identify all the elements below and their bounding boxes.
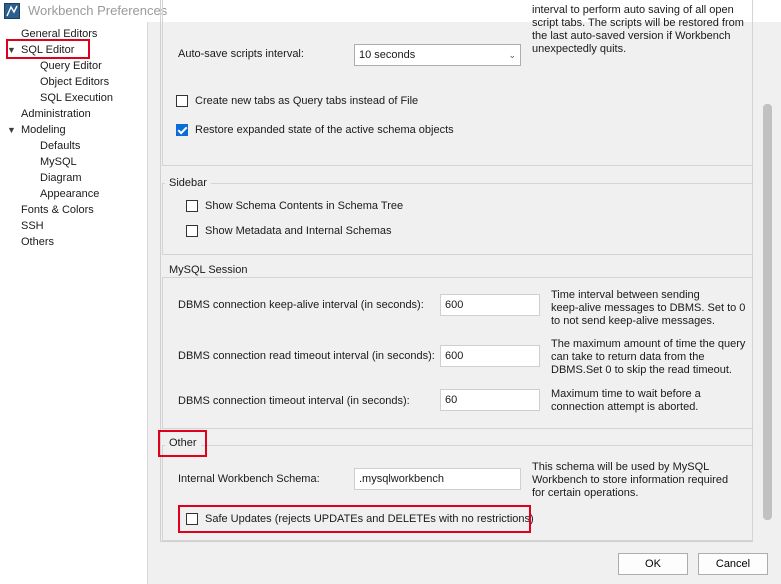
autosave-label: Auto-save scripts interval: [178,48,304,60]
schema-label: Internal Workbench Schema: [178,473,320,485]
conn-timeout-description: Maximum time to wait before a connection… [551,388,701,413]
sidebar-frame-title: Sidebar [165,177,211,189]
scrollbar-thumb[interactable] [763,104,772,520]
tree-item-others[interactable]: Others [21,234,54,250]
conn-timeout-label: DBMS connection timeout interval (in sec… [178,395,410,407]
safe-updates-checkbox-row[interactable]: Safe Updates (rejects UPDATEs and DELETE… [186,511,534,527]
metadata-checkbox-row[interactable]: Show Metadata and Internal Schemas [186,223,392,239]
tree-item-mysql[interactable]: MySQL [40,154,77,170]
restore-state-label: Restore expanded state of the active sch… [195,124,454,136]
safe-updates-label: Safe Updates (rejects UPDATEs and DELETE… [205,513,534,525]
schema-contents-checkbox-row[interactable]: Show Schema Contents in Schema Tree [186,198,403,214]
restore-state-checkbox-row[interactable]: Restore expanded state of the active sch… [176,122,454,138]
tree-item-query-editor[interactable]: Query Editor [40,58,102,74]
sidebar-frame [162,183,753,255]
tree-item-object-editors[interactable]: Object Editors [40,74,109,90]
safe-updates-checkbox[interactable] [186,513,198,525]
keepalive-label: DBMS connection keep-alive interval (in … [178,299,424,311]
metadata-checkbox[interactable] [186,225,198,237]
schema-description: This schema will be used by MySQL Workbe… [532,461,729,499]
query-tabs-checkbox-row[interactable]: Create new tabs as Query tabs instead of… [176,93,418,109]
tree-item-defaults[interactable]: Defaults [40,138,80,154]
tree-item-diagram[interactable]: Diagram [40,170,82,186]
query-tabs-label: Create new tabs as Query tabs instead of… [195,95,419,107]
tree-item-administration[interactable]: Administration [21,106,91,122]
mysql-session-frame-title: MySQL Session [165,264,252,276]
tree-item-ssh[interactable]: SSH [21,218,44,234]
autosave-interval-select[interactable]: 10 seconds ⌄ [354,44,521,66]
category-tree[interactable]: General Editors ▼ SQL Editor Query Edito… [0,22,148,584]
restore-state-checkbox[interactable] [176,124,188,136]
other-frame-title: Other [165,437,201,449]
tree-item-fonts-colors[interactable]: Fonts & Colors [21,202,94,218]
read-timeout-input[interactable]: 600 [440,345,540,367]
keepalive-input[interactable]: 600 [440,294,540,316]
schema-contents-checkbox[interactable] [186,200,198,212]
chevron-down-icon: ⌄ [508,49,516,60]
read-timeout-description: The maximum amount of time the query can… [551,338,746,376]
keepalive-description: Time interval between sending keep-alive… [551,289,746,327]
ok-button[interactable]: OK [618,553,688,575]
expanded-arrow-icon[interactable]: ▼ [7,122,16,138]
window-title: Workbench Preferences [28,3,168,18]
conn-timeout-input[interactable]: 60 [440,389,540,411]
read-timeout-label: DBMS connection read timeout interval (i… [178,350,435,362]
expanded-arrow-icon[interactable]: ▼ [7,42,16,58]
query-tabs-checkbox[interactable] [176,95,188,107]
metadata-label: Show Metadata and Internal Schemas [205,225,392,237]
cancel-button[interactable]: Cancel [698,553,768,575]
schema-input[interactable]: .mysqlworkbench [354,468,521,490]
workbench-app-icon [4,3,20,19]
scrollbar[interactable] [756,0,780,542]
tree-item-appearance[interactable]: Appearance [40,186,99,202]
tree-item-sql-execution[interactable]: SQL Execution [40,90,113,106]
tree-item-sql-editor[interactable]: SQL Editor [21,42,74,58]
autosave-value: 10 seconds [359,49,416,61]
tree-item-modeling[interactable]: Modeling [21,122,66,138]
tree-item-general-editors[interactable]: General Editors [21,26,97,42]
schema-contents-label: Show Schema Contents in Schema Tree [205,200,404,212]
autosave-description: interval to perform auto saving of all o… [532,4,744,55]
